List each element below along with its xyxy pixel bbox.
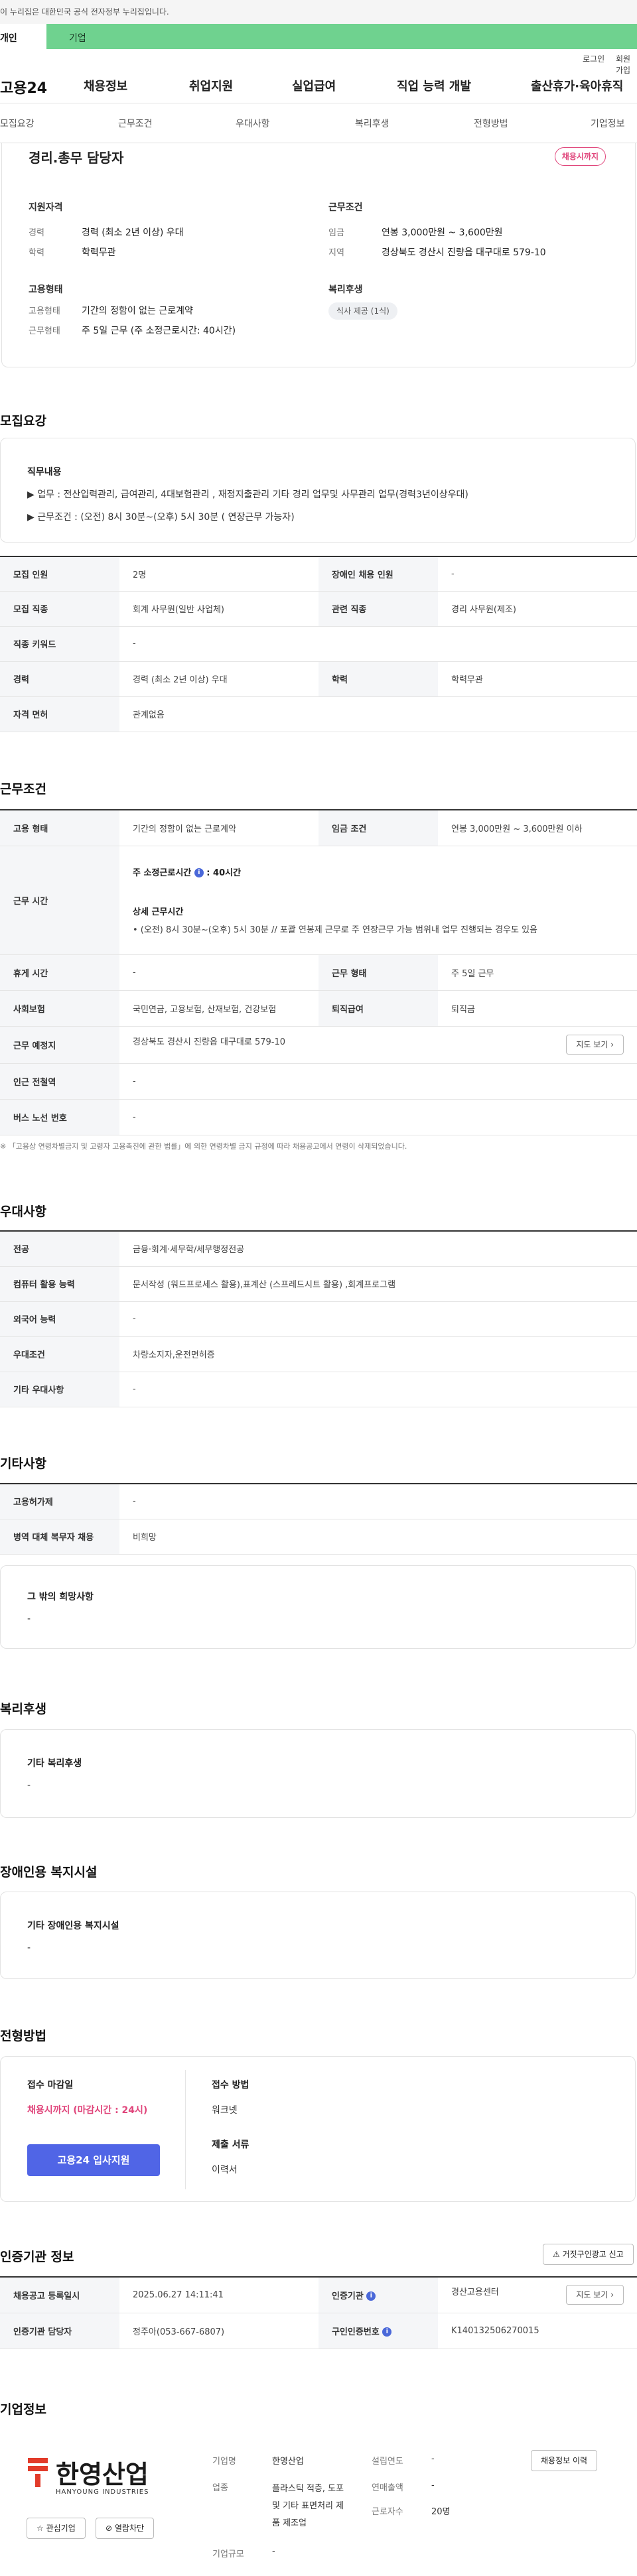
- qual-heading: 지원자격: [29, 202, 63, 213]
- table-row: 버스 노선 번호 -: [0, 1099, 637, 1135]
- table-row: 근무 시간 주 소정근로시간 i : 40시간 상세 근무시간 • (오전) 8…: [0, 846, 637, 955]
- job-title: 경리.총무 담당자: [29, 150, 124, 166]
- menu-vocational-training[interactable]: 직업 능력 개발: [397, 77, 471, 94]
- selection-title: 전형방법: [0, 2029, 46, 2043]
- block-view-button[interactable]: ⊘ 열람차단: [96, 2518, 155, 2539]
- menu-unemployment-benefit[interactable]: 실업급여: [292, 77, 336, 94]
- tab-company[interactable]: 기업: [69, 31, 86, 44]
- global-nav: 고용24 채용정보 취업지원 실업급여 직업 능력 개발 출산휴가·육아휴직: [0, 65, 637, 103]
- snb-selection[interactable]: 전형방법: [474, 117, 508, 130]
- table-row: 직종 키워드 -: [0, 626, 637, 662]
- deadline-value: 채용시까지 (마감시간 : 24시): [27, 2105, 148, 2116]
- work-time-cell: 주 소정근로시간 i : 40시간 상세 근무시간 • (오전) 8시 30분~…: [119, 846, 637, 955]
- duty-line-1: ▶ 업무 : 전산입력관리, 급여관리, 4대보험관리 , 재정지출관리 기타 …: [27, 489, 468, 500]
- table-row: 자격 면허 관계없음: [0, 696, 637, 732]
- work-title: 근무조건: [0, 782, 46, 797]
- recruit-table: 모집 인원 2명 장애인 채용 인원 - 모집 직종 회계 사무원(일반 사업체) 관…: [0, 556, 637, 732]
- table-row: 고용허가제 -: [0, 1484, 637, 1519]
- recruit-title: 모집요강: [0, 414, 46, 428]
- welfare-title: 복리후생: [0, 1702, 46, 1716]
- user-type-tabs: 개인 기업: [0, 24, 637, 49]
- other-wish-box: 그 밖의 희망사항 -: [0, 1565, 636, 1649]
- age-notice: ※ 「고용상 연령차별금지 및 고령자 고용촉진에 관한 법률」에 의한 연령차…: [0, 1142, 407, 1151]
- deadline-badge: 채용시까지: [554, 147, 606, 166]
- wage-row: 임금 연봉 3,000만원 ~ 3,600만원: [328, 227, 503, 238]
- work-table: 고용 형태 기간의 정함이 없는 근로계약 임금 조건 연봉 3,000만원 ~ 3…: [0, 809, 637, 1135]
- company-logo: 한영산업 HANYOUNG INDUSTRIES: [27, 2451, 173, 2504]
- menu-parental-leave[interactable]: 출산휴가·육아휴직: [531, 77, 623, 94]
- career-row: 경력 경력 (최소 2년 이상) 우대: [29, 227, 184, 238]
- warning-icon: ⚠: [553, 2250, 560, 2259]
- snb-company[interactable]: 기업정보: [591, 117, 625, 130]
- snb-recruit[interactable]: 모집요강: [0, 117, 35, 130]
- table-row: 외국어 능력 -: [0, 1301, 637, 1337]
- site-logo[interactable]: 고용24: [0, 76, 47, 97]
- duty-label: 직무내용: [27, 467, 62, 478]
- duty-line-2: ▶ 근무조건 : (오전) 8시 30분~(오후) 5시 30분 ( 연장근무 …: [27, 512, 295, 523]
- snb-work[interactable]: 근무조건: [118, 117, 153, 130]
- disabled-title: 장애인용 복지시설: [0, 1865, 98, 1880]
- pref-table: 전공 금융·회계·세무학/세무행정전공 컴퓨터 활용 능력 문서작성 (워드프로세스…: [0, 1230, 637, 1407]
- info-icon[interactable]: i: [366, 2291, 376, 2301]
- welfare-heading: 복리후생: [328, 285, 363, 295]
- disabled-box: 기타 장애인용 복지시설 -: [0, 1892, 636, 1979]
- table-row: 전공 금융·회계·세무학/세무행정전공: [0, 1231, 637, 1267]
- emp-heading: 고용형태: [29, 285, 63, 295]
- welfare-chip: 식사 제공 (1식): [328, 302, 397, 320]
- login-link[interactable]: 로그인: [583, 53, 604, 64]
- report-fake-ad-button[interactable]: ⚠ 거짓구인광고 신고: [543, 2244, 634, 2265]
- section-nav: 모집요강 근무조건 우대사항 복리후생 전형방법 기업정보: [0, 103, 637, 143]
- pref-title: 우대사항: [0, 1204, 46, 1219]
- job-summary-card: 경리.총무 담당자 채용시까지 지원자격 경력 경력 (최소 2년 이상) 우대 …: [1, 143, 636, 367]
- welfare-box: 기타 복리후생 -: [0, 1729, 636, 1818]
- cond-heading: 근무조건: [328, 202, 363, 213]
- company-logo-en: HANYOUNG INDUSTRIES: [56, 2488, 149, 2496]
- apply-button[interactable]: 고용24 입사지원: [27, 2144, 160, 2176]
- agency-map-button[interactable]: 지도 보기 ›: [566, 2285, 624, 2305]
- selection-box: 접수 마감일 채용시까지 (마감시간 : 24시) 고용24 입사지원 접수 방…: [0, 2056, 636, 2202]
- company-title: 기업정보: [0, 2402, 46, 2417]
- map-button[interactable]: 지도 보기 ›: [566, 1035, 624, 1055]
- etc-table: 고용허가제 - 병역 대체 복무자 채용 비희망: [0, 1483, 637, 1555]
- agency-table: 채용공고 등록일시 2025.06.27 14:11:41 인증기관 i 경산고용…: [0, 2276, 637, 2349]
- table-row: 컴퓨터 활용 능력 문서작성 (워드프로세스 활용),표계산 (스프레드시트 활용…: [0, 1266, 637, 1302]
- favorite-company-button[interactable]: ☆ 관심기업: [27, 2518, 86, 2539]
- table-row: 인근 전철역 -: [0, 1063, 637, 1100]
- table-row: 병역 대체 복무자 채용 비희망: [0, 1519, 637, 1555]
- hiring-history-button[interactable]: 채용정보 이력: [531, 2450, 598, 2471]
- etc-title: 기타사항: [0, 1456, 46, 1471]
- divider: [185, 2070, 186, 2189]
- company-logo-text: 한영산업: [56, 2460, 149, 2489]
- table-row: 고용 형태 기간의 정함이 없는 근로계약 임금 조건 연봉 3,000만원 ~ 3…: [0, 810, 637, 846]
- menu-jobs[interactable]: 채용정보: [84, 77, 127, 94]
- menu-employment-support[interactable]: 취업지원: [189, 77, 233, 94]
- duty-box: 직무내용 ▶ 업무 : 전산입력관리, 급여관리, 4대보험관리 , 재정지출관…: [0, 438, 636, 543]
- area-row: 지역 경상북도 경산시 진량읍 대구대로 579-10: [328, 247, 546, 258]
- snb-pref[interactable]: 우대사항: [236, 117, 270, 130]
- table-row: 근무 예정지 경상북도 경산시 진량읍 대구대로 579-10 지도 보기 ›: [0, 1026, 637, 1064]
- table-row: 휴게 시간 - 근무 형태 주 5일 근무: [0, 954, 637, 991]
- info-icon[interactable]: i: [382, 2327, 392, 2337]
- table-row: 기타 우대사항 -: [0, 1372, 637, 1407]
- agency-title: 인증기관 정보: [0, 2250, 74, 2264]
- tab-individual[interactable]: 개인: [0, 24, 46, 49]
- table-row: 채용공고 등록일시 2025.06.27 14:11:41 인증기관 i 경산고용…: [0, 2277, 637, 2313]
- worktype-row: 근무형태 주 5일 근무 (주 소정근로시간: 40시간): [29, 326, 236, 336]
- star-icon: ☆: [36, 2524, 44, 2533]
- table-row: 모집 직종 회계 사무원(일반 사업체) 관련 직종 경리 사무원(제조): [0, 591, 637, 627]
- emptype-row: 고용형태 기간의 정함이 없는 근로계약: [29, 306, 193, 316]
- block-icon: ⊘: [106, 2524, 113, 2533]
- snb-welfare[interactable]: 복리후생: [355, 117, 389, 130]
- gov-notice: 이 누리집은 대한민국 공식 전자정부 누리집입니다.: [0, 0, 637, 24]
- table-row: 인증기관 담당자 정주아(053-667-6807) 구인인증번호 i K1401…: [0, 2313, 637, 2349]
- info-icon[interactable]: i: [194, 868, 204, 877]
- util-bar: 로그인 회원가입: [0, 49, 637, 75]
- table-row: 경력 경력 (최소 2년 이상) 우대 학력 학력무관: [0, 661, 637, 697]
- table-row: 사회보험 국민연금, 고용보험, 산재보험, 건강보험 퇴직급여 퇴직금: [0, 990, 637, 1027]
- table-row: 모집 인원 2명 장애인 채용 인원 -: [0, 556, 637, 592]
- edu-row: 학력 학력무관: [29, 247, 116, 258]
- table-row: 우대조건 차량소지자,운전면허증: [0, 1336, 637, 1372]
